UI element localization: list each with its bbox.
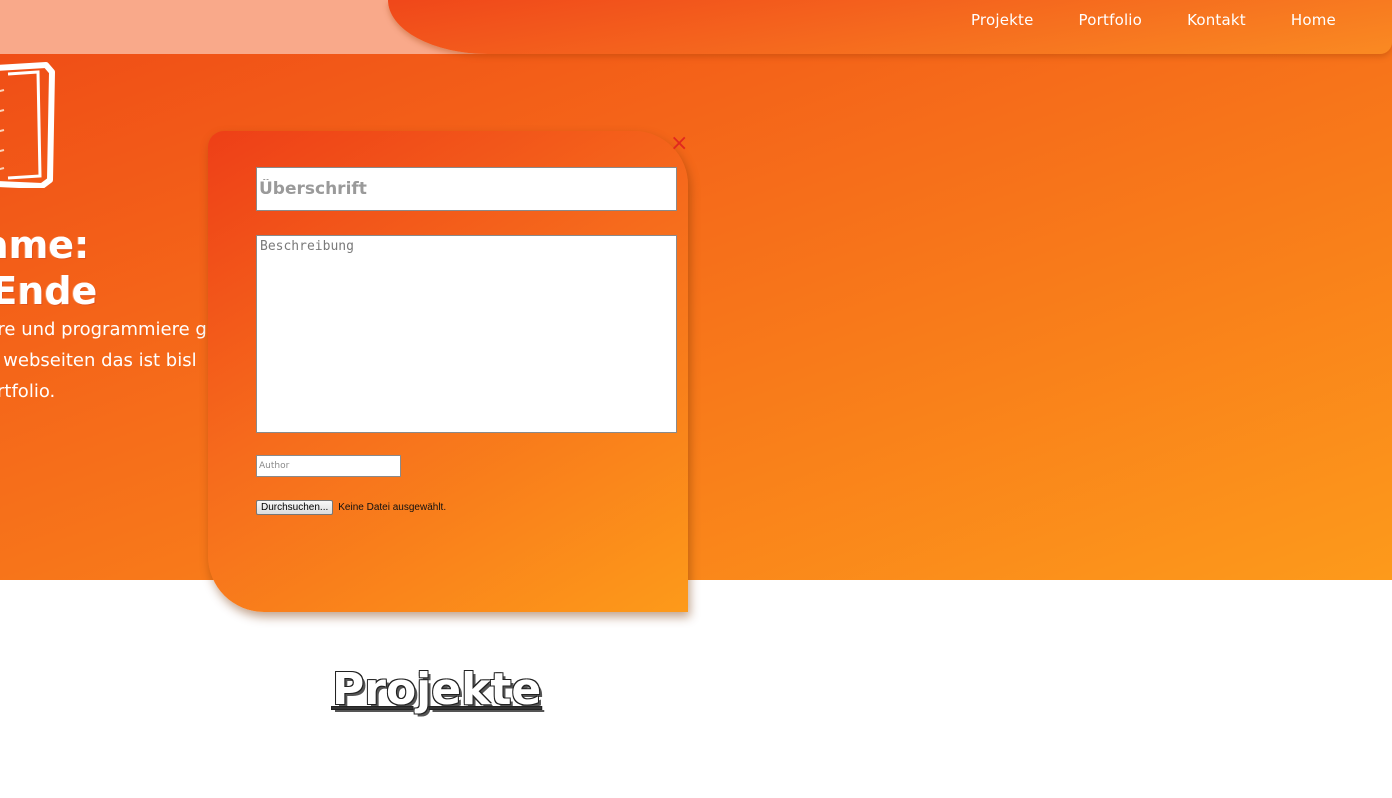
nav-link-portfolio[interactable]: Portfolio [1079, 11, 1143, 29]
author-input[interactable] [256, 455, 401, 477]
description-textarea[interactable] [256, 235, 677, 433]
nav-link-projekte[interactable]: Projekte [971, 11, 1034, 29]
section-heading-projekte: Projekte [332, 664, 542, 715]
file-browse-button[interactable]: Durchsuchen... [256, 500, 334, 515]
close-icon[interactable]: × [670, 132, 688, 156]
nav-link-kontakt[interactable]: Kontakt [1187, 11, 1246, 29]
logo-sketch-icon [0, 62, 55, 188]
hero-heading-line-1: name: [0, 223, 90, 267]
title-input[interactable] [256, 167, 677, 211]
nav-list: Projekte Portfolio Kontakt Home [926, 11, 1336, 29]
top-navbar: Projekte Portfolio Kontakt Home [388, 0, 1392, 54]
file-upload: Durchsuchen... Keine Datei ausgewählt. [256, 500, 446, 515]
add-project-modal: × Durchsuchen... Keine Datei ausgewählt. [208, 131, 688, 612]
hero-heading: name:z Ende [0, 222, 97, 314]
nav-link-home[interactable]: Home [1291, 11, 1336, 29]
hero-heading-line-2: z Ende [0, 269, 98, 313]
file-status-text: Keine Datei ausgewählt. [338, 502, 447, 513]
